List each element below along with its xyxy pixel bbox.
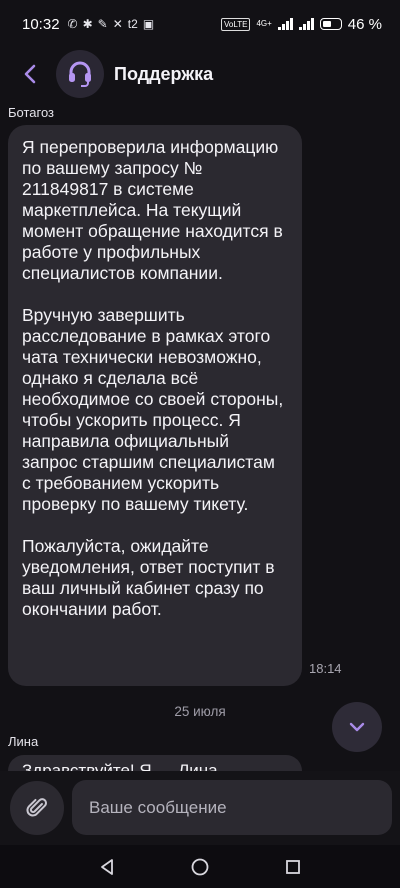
battery-icon [319, 18, 342, 30]
paperclip-icon [26, 798, 47, 817]
volte-icon: VoLTE [221, 17, 251, 31]
chat-header: Поддержка [0, 48, 400, 100]
composer [0, 771, 400, 845]
message-bubble-2[interactable]: Здравствуйте! Я — Лина [8, 755, 302, 771]
chevron-down-icon [349, 722, 365, 732]
nav-recents-button[interactable] [273, 847, 313, 887]
message-sender: Ботагоз [8, 105, 55, 120]
message-sender-2: Лина [8, 734, 39, 749]
nav-back-button[interactable] [87, 847, 127, 887]
headset-icon [69, 61, 91, 87]
status-right: VoLTE 4G+ 46 % [221, 16, 382, 33]
status-time: 10:32 [22, 15, 60, 33]
signal-icon-2 [298, 18, 314, 30]
missed-call-icon: ✎ [97, 17, 108, 31]
mute-icon: ✕ [112, 17, 123, 31]
bluetooth-icon: ✱ [82, 17, 93, 31]
message-bubble[interactable]: Я перепроверила информацию по вашему зап… [8, 125, 302, 686]
status-notification-icons: ✆ ✱ ✎ ✕ t2 ▣ [68, 17, 155, 31]
message-text-2: Здравствуйте! Я — Лина [22, 761, 218, 771]
back-button[interactable] [12, 56, 48, 92]
chat-title: Поддержка [114, 63, 214, 84]
whatsapp-icon: ✆ [67, 17, 78, 31]
system-nav-bar [0, 845, 400, 888]
square-recents-icon [286, 859, 301, 874]
support-avatar[interactable] [56, 50, 104, 98]
message-input[interactable] [72, 780, 392, 835]
signal-icon [277, 18, 293, 30]
nav-home-button[interactable] [180, 847, 220, 887]
attach-button[interactable] [10, 781, 64, 835]
message-time: 18:14 [309, 661, 342, 676]
battery-percent: 46 % [347, 15, 382, 33]
triangle-back-icon [100, 858, 113, 875]
chevron-left-icon [24, 64, 36, 84]
circle-home-icon [191, 858, 209, 875]
shop-icon: ▣ [142, 17, 155, 31]
status-bar: 10:32 ✆ ✱ ✎ ✕ t2 ▣ VoLTE 4G+ 46 % [0, 0, 400, 48]
scroll-down-button[interactable] [332, 702, 382, 752]
carrier-icon: t2 [127, 17, 138, 31]
network-type-icon: 4G+ [256, 19, 272, 28]
